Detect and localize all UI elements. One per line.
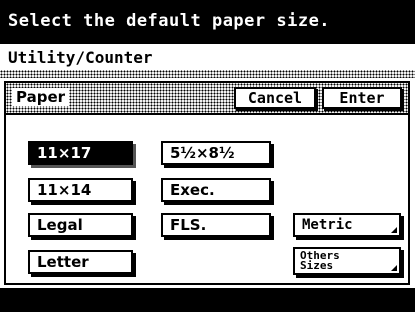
size-fls-button[interactable]: FLS. — [161, 213, 271, 237]
others-line2: Sizes — [300, 259, 334, 272]
instruction-text: Select the default paper size. — [8, 11, 331, 31]
others-sizes-button[interactable]: Others Sizes — [293, 247, 401, 275]
bottom-bar — [0, 288, 415, 312]
paper-dialog: Paper Cancel Enter 11×17 11×14 Legal Let… — [4, 81, 410, 285]
breadcrumb-title: Utility/Counter — [8, 48, 153, 67]
size-legal-label: Legal — [37, 216, 83, 234]
size-letter-label: Letter — [37, 253, 89, 271]
size-11x17-label: 11×17 — [37, 144, 92, 162]
size-fls-label: FLS. — [170, 216, 207, 234]
metric-button[interactable]: Metric — [293, 213, 401, 237]
size-legal-button[interactable]: Legal — [28, 213, 133, 237]
size-exec-button[interactable]: Exec. — [161, 178, 271, 202]
submenu-corner-icon — [391, 227, 397, 233]
main-panel: Utility/Counter Paper Cancel Enter 11×17… — [0, 44, 415, 288]
dialog-header: Paper Cancel Enter — [6, 83, 408, 115]
cancel-button[interactable]: Cancel — [234, 87, 316, 109]
size-5x8-button[interactable]: 5½×8½ — [161, 141, 271, 165]
dotted-divider — [0, 70, 415, 78]
others-sizes-label: Others Sizes — [300, 250, 340, 272]
size-5x8-label: 5½×8½ — [170, 144, 235, 162]
submenu-corner-icon — [391, 265, 397, 271]
message-bar: Select the default paper size. — [0, 0, 415, 42]
size-11x14-label: 11×14 — [37, 181, 92, 199]
size-11x14-button[interactable]: 11×14 — [28, 178, 133, 202]
screen: Select the default paper size. Utility/C… — [0, 0, 415, 312]
metric-label: Metric — [302, 217, 353, 233]
size-letter-button[interactable]: Letter — [28, 250, 133, 274]
dialog-title: Paper — [12, 88, 70, 106]
size-11x17-button[interactable]: 11×17 — [28, 141, 133, 165]
size-exec-label: Exec. — [170, 181, 215, 199]
enter-button[interactable]: Enter — [322, 87, 402, 109]
breadcrumb: Utility/Counter — [0, 44, 415, 70]
